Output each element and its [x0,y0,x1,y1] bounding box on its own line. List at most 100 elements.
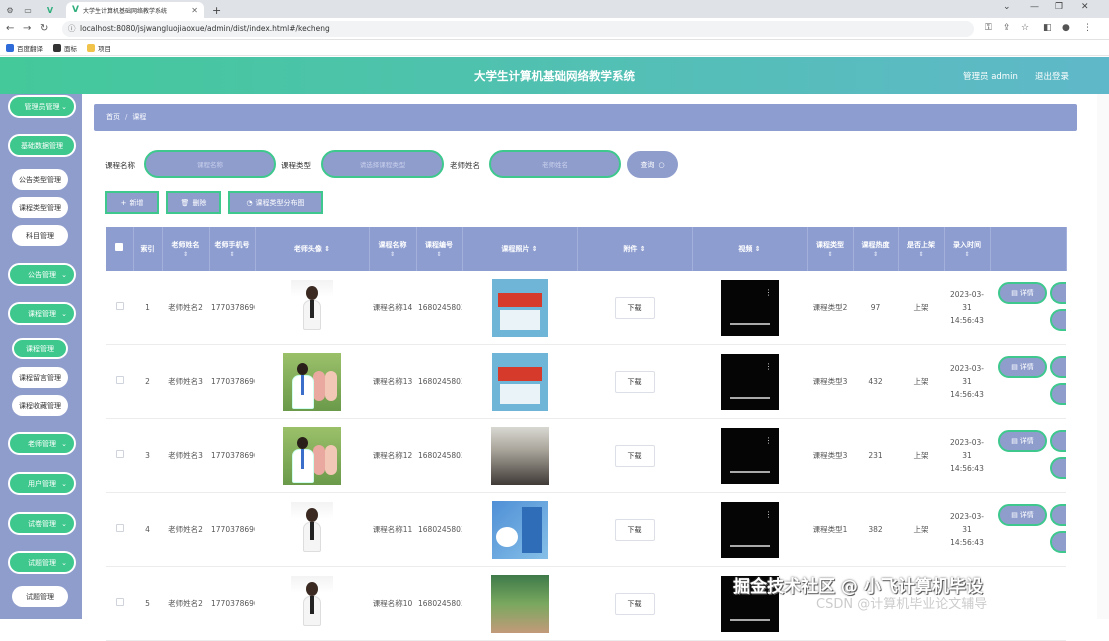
col-header[interactable]: 视频 ⇕ [692,227,808,271]
col-header[interactable]: 录入时间 ⇕ [944,227,991,271]
video-progress[interactable] [729,322,770,325]
edit-button[interactable] [1050,430,1066,452]
video-player[interactable]: ⋮ [720,501,779,558]
edit-button[interactable] [1050,282,1066,304]
star-icon[interactable]: ☆ [1021,23,1029,33]
video-player[interactable]: ⋮ [720,427,779,484]
sidebar-item-course-manage[interactable]: 课程管理 [12,338,68,359]
video-progress[interactable] [729,396,770,399]
video-progress[interactable] [729,544,770,547]
reload-icon[interactable]: ↻ [40,23,48,34]
breadcrumb-home[interactable]: 首页 [106,113,120,121]
sidebar-item-teacher[interactable]: 老师管理 ⌄ [8,432,76,455]
course-type-select[interactable]: 请选择课程类型 [321,150,444,178]
forward-icon[interactable]: → [23,23,31,34]
tab-active[interactable]: V 大学生计算机基础网络教学系统 ✕ [66,2,204,18]
sidebar-item-admin[interactable]: 管理员管理 ⌄ [8,95,76,118]
sidepanel-icon[interactable]: ◧ [1043,23,1052,33]
download-button[interactable]: 下载 [614,296,655,319]
minimize-icon[interactable]: — [1030,2,1039,12]
col-header[interactable]: 索引 [133,227,163,271]
new-tab-button[interactable]: + [212,2,221,18]
video-progress[interactable] [729,470,770,473]
chevron-down-icon: ⌄ [61,558,67,567]
sidebar-item-course[interactable]: 课程管理 ⌄ [8,302,76,325]
delete-row-button[interactable] [1050,457,1066,479]
more-icon[interactable]: ⋮ [765,360,773,373]
video-player[interactable]: ⋮ [720,279,779,336]
delete-row-button[interactable] [1050,309,1066,331]
tab-icon-page[interactable]: ▭ [22,2,34,18]
share-icon[interactable]: ⇪ [1003,23,1011,33]
download-button[interactable]: 下载 [614,592,655,615]
row-checkbox[interactable] [106,271,133,345]
profile-icon[interactable]: ● [1062,23,1070,33]
key-icon[interactable]: ⚿ [985,23,992,33]
back-icon[interactable]: ← [6,23,14,34]
detail-button[interactable]: ▤ 详情 [998,282,1047,304]
row-checkbox[interactable] [106,344,133,419]
delete-row-button[interactable] [1050,531,1066,553]
edit-button[interactable] [1050,356,1066,378]
scrollbar[interactable] [1097,94,1109,619]
more-icon[interactable]: ⋮ [765,434,773,447]
chevron-down-icon[interactable]: ⌄ [1003,2,1011,12]
col-header[interactable]: 老师头像 ⇕ [255,227,370,271]
download-button[interactable]: 下载 [614,370,655,393]
detail-button[interactable]: ▤ 详情 [998,504,1047,526]
detail-button[interactable]: ▤ 详情 [998,356,1047,378]
col-header[interactable]: 课程照片 ⇕ [462,227,578,271]
sidebar-item-notice-type[interactable]: 公告类型管理 [12,169,68,190]
bookmark-baidu[interactable]: 百度翻译 [6,43,43,53]
teacher-name-input[interactable]: 老师姓名 [489,150,621,178]
row-checkbox[interactable] [106,566,133,641]
query-button[interactable]: 查询 ○ [627,151,678,178]
cell-course-name: 课程名称14 [369,271,416,345]
sidebar-item-course-type[interactable]: 课程类型管理 [12,197,68,218]
edit-button[interactable] [1050,504,1066,526]
chart-button[interactable]: ◔ 课程类型分布图 [228,191,323,214]
delete-row-button[interactable] [1050,383,1066,405]
col-header[interactable]: 课程类型 ⇕ [807,227,854,271]
more-icon[interactable]: ⋮ [765,508,773,521]
col-header[interactable]: 老师姓名 ⇕ [162,227,210,271]
restore-icon[interactable]: ❐ [1055,2,1063,12]
download-button[interactable]: 下载 [614,518,655,541]
logout-link[interactable]: 退出登录 [1035,70,1069,82]
tab-icon-settings[interactable]: ⚙ [4,2,16,18]
col-header[interactable]: 课程编号 ⇕ [416,227,463,271]
cell-course-type: 课程类型3 [807,344,853,419]
select-all-checkbox[interactable] [106,227,134,271]
sidebar-item-paper[interactable]: 试卷管理 ⌄ [8,512,76,535]
bookmark-xiangmu[interactable]: 项目 [87,43,111,53]
add-button[interactable]: + 新增 [105,191,159,214]
menu-icon[interactable]: ⋮ [1083,23,1092,33]
video-player[interactable]: ⋮ [720,353,779,410]
tab-icon-vue[interactable]: V [44,2,56,18]
bookmark-mianbiao[interactable]: 面标 [53,43,77,53]
col-header[interactable]: 是否上架 ⇕ [898,227,945,271]
col-header[interactable]: 老师手机号 ⇕ [209,227,256,271]
delete-button[interactable]: 🗑 删除 [166,191,221,214]
more-icon[interactable]: ⋮ [765,286,773,299]
row-checkbox[interactable] [106,418,133,493]
col-header[interactable]: 附件 ⇕ [577,227,693,271]
detail-button[interactable]: ▤ 详情 [998,430,1047,452]
sidebar-item-subject[interactable]: 科目管理 [12,225,68,246]
close-window-icon[interactable]: ✕ [1081,2,1089,12]
course-name-input[interactable]: 课程名称 [144,150,276,178]
sidebar-item-question-manage[interactable]: 试题管理 [12,586,68,607]
sidebar-item-user[interactable]: 用户管理 ⌄ [8,472,76,495]
row-checkbox[interactable] [106,492,133,567]
sidebar-item-course-favorite[interactable]: 课程收藏管理 [12,395,68,416]
sidebar-item-notice[interactable]: 公告管理 ⌄ [8,263,76,286]
sidebar-item-course-comment[interactable]: 课程留言管理 [12,367,68,388]
cell-heat: 97 [853,271,898,345]
col-header[interactable]: 课程名称 ⇕ [369,227,417,271]
close-icon[interactable]: ✕ [191,6,198,15]
sidebar-item-base-data[interactable]: 基础数据管理 [8,134,76,157]
col-header[interactable]: 课程热度 ⇕ [853,227,899,271]
download-button[interactable]: 下载 [614,444,655,467]
sidebar-item-question[interactable]: 试题管理 ⌄ [8,551,76,574]
url-field[interactable]: ⓘ localhost:8080/jsjwangluojiaoxue/admin… [62,21,974,37]
